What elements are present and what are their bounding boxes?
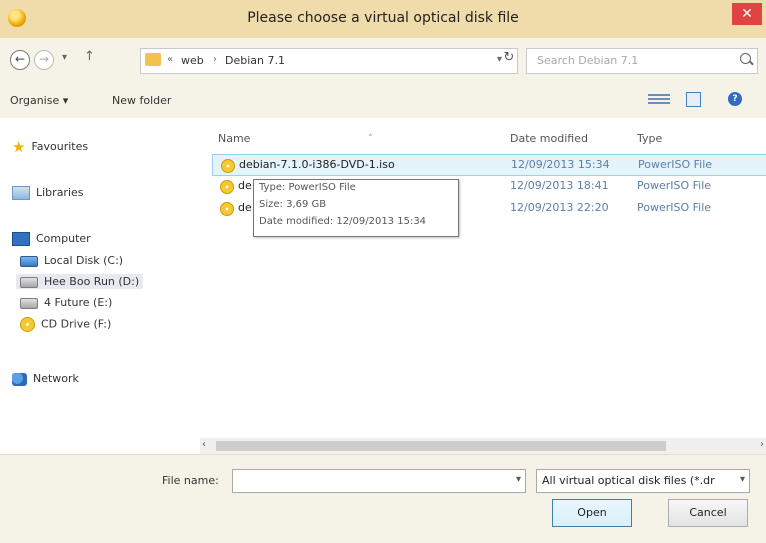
dialog-footer: File name: ▾ All virtual optical disk fi…	[0, 454, 766, 543]
organise-button[interactable]: Organise ▾	[10, 94, 68, 107]
sidebar-item-cd-drive-f[interactable]: CD Drive (F:)	[20, 317, 111, 332]
hard-drive-icon	[20, 255, 38, 267]
column-header-date[interactable]: Date modified	[510, 132, 588, 145]
tooltip-size: Size: 3,69 GB	[259, 199, 327, 210]
sidebar-label: CD Drive (F:)	[41, 317, 112, 331]
hard-drive-icon	[20, 297, 38, 309]
file-name: de	[238, 179, 252, 192]
scroll-right-arrow-icon[interactable]: ›	[760, 439, 764, 450]
column-label: Name	[218, 132, 251, 145]
sidebar-label: Hee Boo Run (D:)	[44, 275, 140, 288]
sidebar-label: Network	[33, 372, 79, 385]
sidebar-item-favourites[interactable]: ★ Favourites	[12, 138, 88, 156]
file-name-dropdown-icon[interactable]: ▾	[516, 474, 521, 485]
file-type: PowerISO File	[637, 201, 712, 214]
refresh-button[interactable]: ↻	[500, 50, 518, 68]
breadcrumb-overflow[interactable]: «	[167, 54, 173, 65]
address-row: ← → ▾ ↑ « web › Debian 7.1 ▾ ↻ Search De…	[0, 38, 766, 80]
file-row[interactable]: debian-7.1.0-i386-DVD-1.iso 12/09/2013 1…	[212, 154, 766, 176]
breadcrumb-web[interactable]: web	[181, 54, 204, 67]
tooltip-date: Date modified: 12/09/2013 15:34	[259, 216, 427, 227]
disc-image-icon	[221, 159, 235, 173]
sidebar-item-local-disk-c[interactable]: Local Disk (C:)	[20, 254, 123, 267]
disc-image-icon	[220, 180, 234, 194]
folder-icon	[145, 53, 161, 66]
sidebar-label: 4 Future (E:)	[44, 296, 113, 309]
computer-icon	[12, 232, 30, 246]
file-type-dropdown-icon: ▾	[739, 474, 745, 485]
sidebar-label: Local Disk (C:)	[44, 254, 124, 267]
open-button[interactable]: Open	[552, 499, 632, 527]
file-date: 12/09/2013 18:41	[510, 179, 609, 192]
file-date: 12/09/2013 15:34	[511, 158, 610, 171]
file-name-label: File name:	[162, 474, 219, 487]
navigation-pane: ★ Favourites Libraries Computer Local Dis…	[0, 118, 210, 458]
help-icon[interactable]: ?	[728, 92, 742, 106]
breadcrumb-separator: ›	[213, 54, 217, 65]
star-icon: ★	[12, 138, 26, 156]
file-name-input[interactable]: ▾	[232, 469, 526, 493]
breadcrumb-debian[interactable]: Debian 7.1	[225, 54, 285, 67]
file-type-value: All virtual optical disk files (*.dr	[542, 474, 715, 487]
title-bar: Please choose a virtual optical disk fil…	[0, 0, 766, 39]
file-name: de	[238, 201, 252, 214]
sidebar-item-drive-e[interactable]: 4 Future (E:)	[20, 296, 112, 309]
sidebar-item-drive-d[interactable]: Hee Boo Run (D:)	[16, 274, 144, 289]
command-bar: Organise ▾ New folder ?	[0, 80, 766, 119]
sort-indicator-icon: ˄	[368, 134, 373, 144]
libraries-icon	[12, 186, 30, 200]
file-list: Name ˄ Date modified Type debian-7.1.0-i…	[210, 118, 766, 438]
tooltip-type: Type: PowerISO File	[259, 182, 356, 193]
preview-pane-icon[interactable]	[686, 92, 701, 107]
file-name: debian-7.1.0-i386-DVD-1.iso	[239, 158, 395, 171]
forward-button[interactable]: →	[34, 50, 54, 70]
new-folder-button[interactable]: New folder	[112, 94, 171, 107]
cancel-button[interactable]: Cancel	[668, 499, 748, 527]
sidebar-label: Favourites	[31, 140, 89, 153]
column-header-name[interactable]: Name ˄	[218, 132, 373, 145]
search-input[interactable]: Search Debian 7.1	[526, 48, 758, 74]
column-header-type[interactable]: Type	[637, 132, 662, 145]
sidebar-item-network[interactable]: Network	[12, 372, 79, 386]
file-type: PowerISO File	[637, 179, 712, 192]
search-placeholder: Search Debian 7.1	[537, 54, 639, 67]
scrollbar-thumb[interactable]	[216, 441, 666, 451]
hard-drive-icon	[20, 276, 38, 288]
close-button[interactable]: ✕	[732, 3, 762, 25]
file-type-select[interactable]: All virtual optical disk files (*.dr ▾	[536, 469, 750, 493]
network-icon	[12, 372, 27, 386]
sidebar-item-computer[interactable]: Computer	[12, 232, 91, 246]
window-title: Please choose a virtual optical disk fil…	[247, 10, 519, 26]
recent-locations-dropdown[interactable]: ▾	[62, 52, 67, 63]
view-options-icon[interactable]	[648, 92, 670, 106]
sidebar-label: Computer	[36, 232, 91, 245]
horizontal-scrollbar[interactable]: ‹ ›	[200, 438, 766, 454]
search-icon[interactable]	[740, 53, 751, 64]
back-button[interactable]: ←	[10, 50, 30, 70]
address-bar[interactable]: « web › Debian 7.1 ▾	[140, 48, 518, 74]
sidebar-item-libraries[interactable]: Libraries	[12, 186, 84, 200]
file-date: 12/09/2013 22:20	[510, 201, 609, 214]
cd-drive-icon	[20, 317, 35, 332]
disc-image-icon	[220, 202, 234, 216]
sidebar-label: Libraries	[36, 186, 84, 199]
file-type: PowerISO File	[638, 158, 713, 171]
scroll-left-arrow-icon[interactable]: ‹	[202, 439, 206, 450]
up-button[interactable]: ↑	[84, 49, 95, 64]
file-info-tooltip: Type: PowerISO File Size: 3,69 GB Date m…	[253, 179, 459, 237]
